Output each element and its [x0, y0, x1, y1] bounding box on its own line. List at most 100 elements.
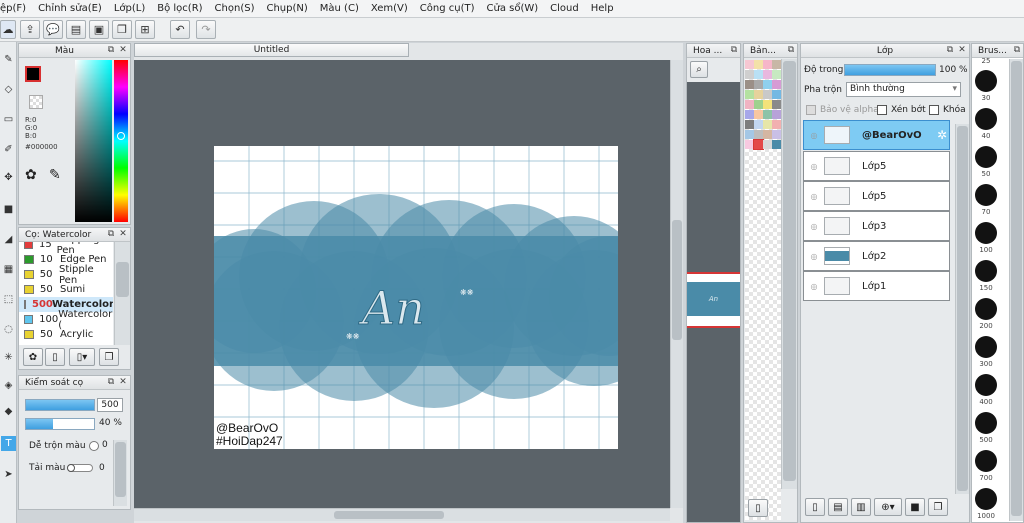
list-item[interactable]: 15Mapping Pen: [19, 242, 113, 256]
duplicate-layer-button[interactable]: ❐: [928, 498, 948, 516]
color-swatch[interactable]: [745, 130, 754, 139]
color-swatch[interactable]: [745, 140, 754, 149]
color-swatch[interactable]: [763, 60, 772, 69]
color-swatch[interactable]: [772, 70, 781, 79]
zoom-button[interactable]: ⌕: [690, 61, 708, 78]
menu-select[interactable]: Chọn(S): [215, 3, 255, 14]
color-swatch[interactable]: [763, 100, 772, 109]
scroll-thumb[interactable]: [783, 61, 796, 481]
visibility-icon[interactable]: ◎: [804, 282, 824, 291]
lasso-tool[interactable]: ⬚: [1, 292, 16, 307]
blend-knob[interactable]: [89, 441, 99, 451]
brush-control-scrollbar[interactable]: [113, 440, 127, 506]
eraser2-tool[interactable]: ◆: [1, 404, 16, 419]
move-tool[interactable]: ✥: [1, 170, 16, 185]
swatch-grid[interactable]: [745, 60, 781, 520]
color-swatch[interactable]: [754, 120, 763, 129]
color-swatch[interactable]: [763, 110, 772, 119]
lock-checkbox[interactable]: [929, 105, 939, 115]
copy-button[interactable]: ❐: [112, 20, 132, 39]
menu-view[interactable]: Xem(V): [371, 3, 408, 14]
menu-edit[interactable]: Chỉnh sửa(E): [38, 3, 102, 14]
new-raster-layer-button[interactable]: ▤: [828, 498, 848, 516]
select-arrow-tool[interactable]: ➤: [1, 467, 16, 482]
list-item[interactable]: 100 Watercolor (: [19, 309, 113, 331]
color-swatch[interactable]: [745, 100, 754, 109]
protect-alpha-checkbox[interactable]: [806, 105, 816, 115]
brush-size-dot[interactable]: [975, 412, 997, 434]
brush-tool[interactable]: ✐: [1, 142, 16, 157]
color-swatch[interactable]: [754, 90, 763, 99]
scroll-thumb[interactable]: [116, 262, 129, 297]
layer-opacity-slider[interactable]: [844, 64, 936, 76]
scroll-thumb[interactable]: [115, 442, 126, 497]
saturation-value-field[interactable]: [75, 60, 112, 222]
note-button[interactable]: ▤: [66, 20, 86, 39]
brush-size-dot[interactable]: [975, 488, 997, 510]
new-layer-button[interactable]: ▯: [805, 498, 825, 516]
color-swatch[interactable]: [772, 90, 781, 99]
rebuild-slider[interactable]: [67, 464, 93, 472]
color-swatch[interactable]: [754, 60, 763, 69]
visibility-icon[interactable]: ◎: [804, 131, 824, 140]
color-swatch[interactable]: [754, 130, 763, 139]
layer-row[interactable]: ◎ Lớp2: [803, 241, 950, 271]
menu-cloud[interactable]: Cloud: [550, 3, 579, 14]
menu-tools[interactable]: Công cụ(T): [420, 3, 475, 14]
transparent-color-swatch[interactable]: [29, 95, 43, 109]
brush-size-scrollbar[interactable]: [1009, 59, 1023, 521]
share-button[interactable]: ⇪: [20, 20, 40, 39]
close-icon[interactable]: ✕: [118, 229, 128, 239]
color-swatch[interactable]: [754, 80, 763, 89]
color-set-button[interactable]: ✿: [25, 167, 43, 185]
image-button[interactable]: ▣: [89, 20, 109, 39]
bucket-tool[interactable]: ◢: [1, 232, 16, 247]
brush-size-dot[interactable]: [975, 70, 997, 92]
brush-list-scrollbar[interactable]: [114, 242, 130, 345]
scroll-thumb[interactable]: [334, 511, 444, 519]
float-icon[interactable]: ⧉: [729, 45, 739, 55]
layer-row[interactable]: ◎ Lớp5: [803, 151, 950, 181]
close-icon[interactable]: ✕: [957, 45, 967, 55]
gear-icon[interactable]: ✲: [937, 128, 947, 142]
color-swatch[interactable]: [763, 70, 772, 79]
color-swatch[interactable]: [745, 60, 754, 69]
comment-button[interactable]: 💬: [43, 20, 63, 39]
color-swatch[interactable]: [754, 100, 763, 109]
fill-rect-tool[interactable]: ■: [1, 202, 16, 217]
menu-help[interactable]: Help: [591, 3, 614, 14]
menu-layer[interactable]: Lớp(L): [114, 3, 145, 14]
color-swatch[interactable]: [772, 100, 781, 109]
brush-size-dot[interactable]: [975, 184, 997, 206]
scroll-thumb[interactable]: [672, 220, 682, 340]
new-vector-layer-button[interactable]: ▥: [851, 498, 871, 516]
layer-button[interactable]: ⊞: [135, 20, 155, 39]
color-swatch[interactable]: [772, 80, 781, 89]
color-swatch[interactable]: [745, 80, 754, 89]
hue-handle[interactable]: [117, 132, 125, 140]
visibility-icon[interactable]: ◎: [804, 252, 824, 261]
close-icon[interactable]: ✕: [118, 377, 128, 387]
float-icon[interactable]: ⧉: [106, 377, 116, 387]
opacity-slider[interactable]: [25, 418, 95, 430]
float-icon[interactable]: ⧉: [786, 45, 796, 55]
select-ellipse-tool[interactable]: ◌: [1, 322, 16, 337]
color-swatch[interactable]: [763, 90, 772, 99]
color-swatch[interactable]: [772, 60, 781, 69]
color-swatch[interactable]: [753, 139, 764, 150]
menu-color[interactable]: Màu (C): [320, 3, 359, 14]
layer-row[interactable]: ◎ Lớp1: [803, 271, 950, 301]
eraser-tool[interactable]: ◇: [1, 82, 16, 97]
float-icon[interactable]: ⧉: [106, 45, 116, 55]
brush-menu-button[interactable]: ▯▾: [69, 348, 95, 366]
color-swatch[interactable]: [745, 90, 754, 99]
cloud-button[interactable]: ☁: [0, 20, 16, 39]
color-swatch[interactable]: [763, 130, 772, 139]
canvas-hscrollbar[interactable]: [134, 508, 670, 521]
color-swatch[interactable]: [772, 140, 781, 149]
new-brush-button[interactable]: ▯: [45, 348, 65, 366]
scroll-thumb[interactable]: [957, 126, 968, 491]
menu-window[interactable]: Cửa sổ(W): [487, 3, 539, 14]
scroll-thumb[interactable]: [1011, 61, 1022, 516]
layer-scrollbar[interactable]: [955, 124, 969, 494]
